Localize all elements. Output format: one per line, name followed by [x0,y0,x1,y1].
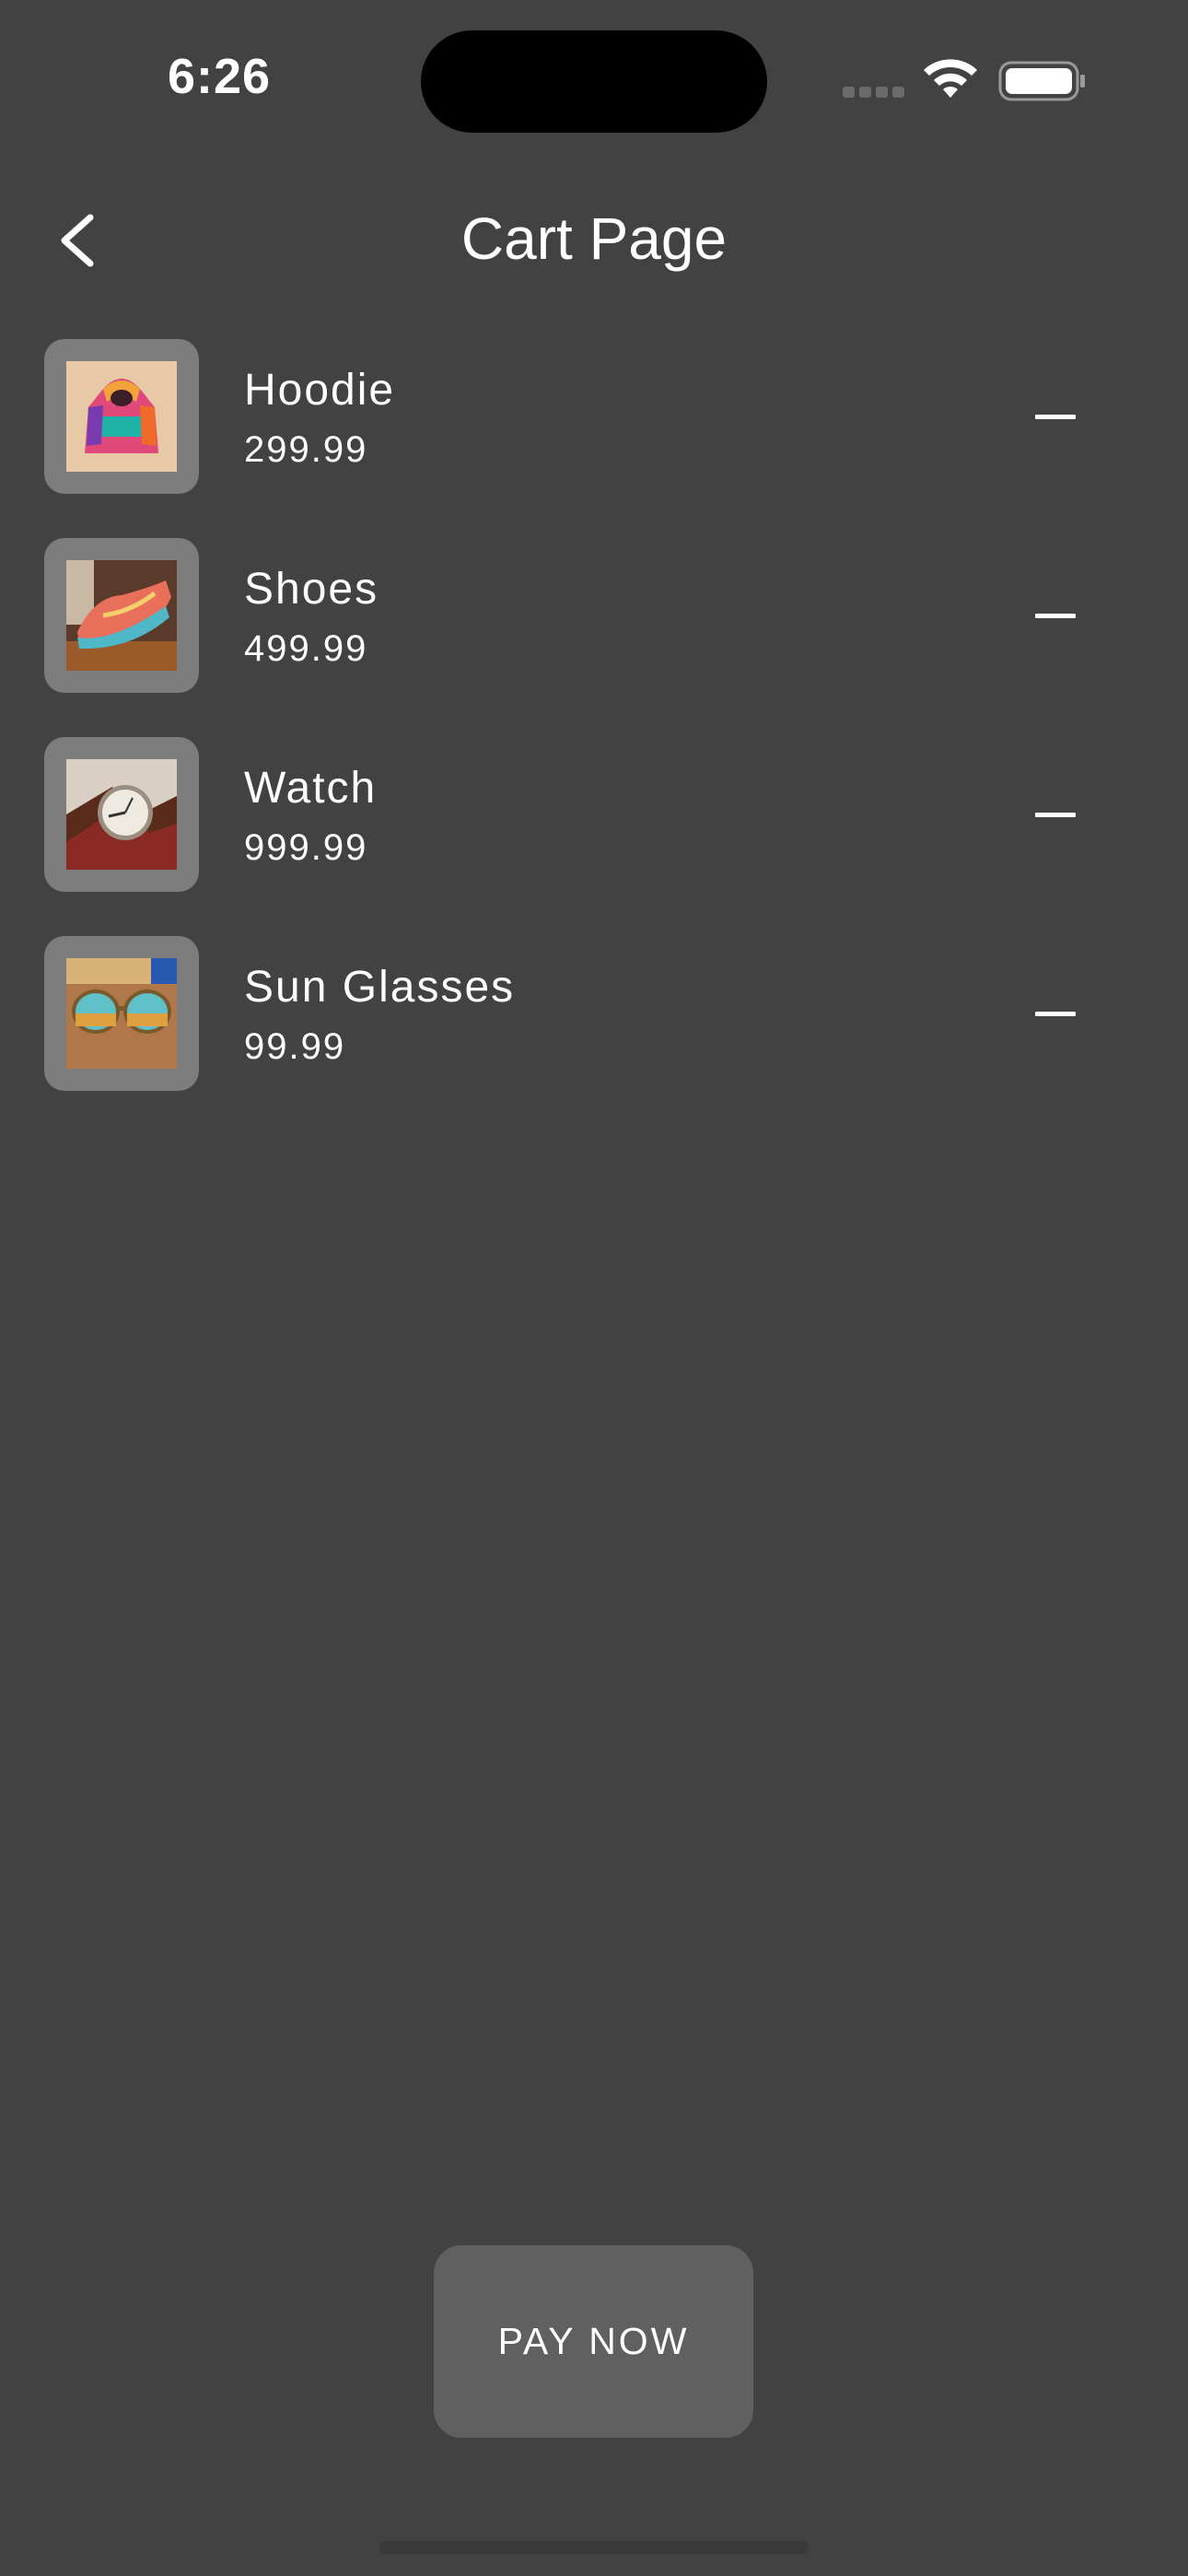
pay-now-button[interactable]: PAY NOW [434,2245,753,2438]
page-title: Cart Page [460,205,728,272]
wifi-icon [924,59,977,98]
watch-image [66,759,177,870]
item-name: Shoes [244,565,379,614]
status-time: 6:26 [168,49,272,104]
product-thumbnail [44,538,199,693]
item-price: 99.99 [244,1026,346,1067]
dynamic-island [421,30,767,133]
item-name: Hoodie [244,366,396,415]
item-name: Watch [244,764,378,813]
item-price: 299.99 [244,429,368,470]
minus-icon [1035,614,1076,618]
battery-icon [998,61,1085,101]
status-bar: 6:26 [0,0,1188,161]
remove-item-button[interactable] [1022,788,1087,843]
minus-icon [1035,415,1076,419]
cellular-signal-icon [843,87,905,98]
item-price: 999.99 [244,827,368,868]
sunglasses-image [66,958,177,1069]
product-thumbnail [44,936,199,1091]
minus-icon [1035,1012,1076,1016]
remove-item-button[interactable] [1022,987,1087,1042]
cart-item-watch: Watch 999.99 [0,737,1188,894]
product-thumbnail [44,339,199,494]
remove-item-button[interactable] [1022,589,1087,644]
home-indicator[interactable] [379,2541,809,2554]
cart-item-shoes: Shoes 499.99 [0,538,1188,695]
cart-item-sun-glasses: Sun Glasses 99.99 [0,936,1188,1093]
minus-icon [1035,813,1076,817]
remove-item-button[interactable] [1022,390,1087,445]
item-name: Sun Glasses [244,963,516,1012]
cart-item-hoodie: Hoodie 299.99 [0,339,1188,496]
item-price: 499.99 [244,628,368,669]
shoes-image [66,560,177,671]
product-thumbnail [44,737,199,892]
hoodie-image [66,361,177,472]
